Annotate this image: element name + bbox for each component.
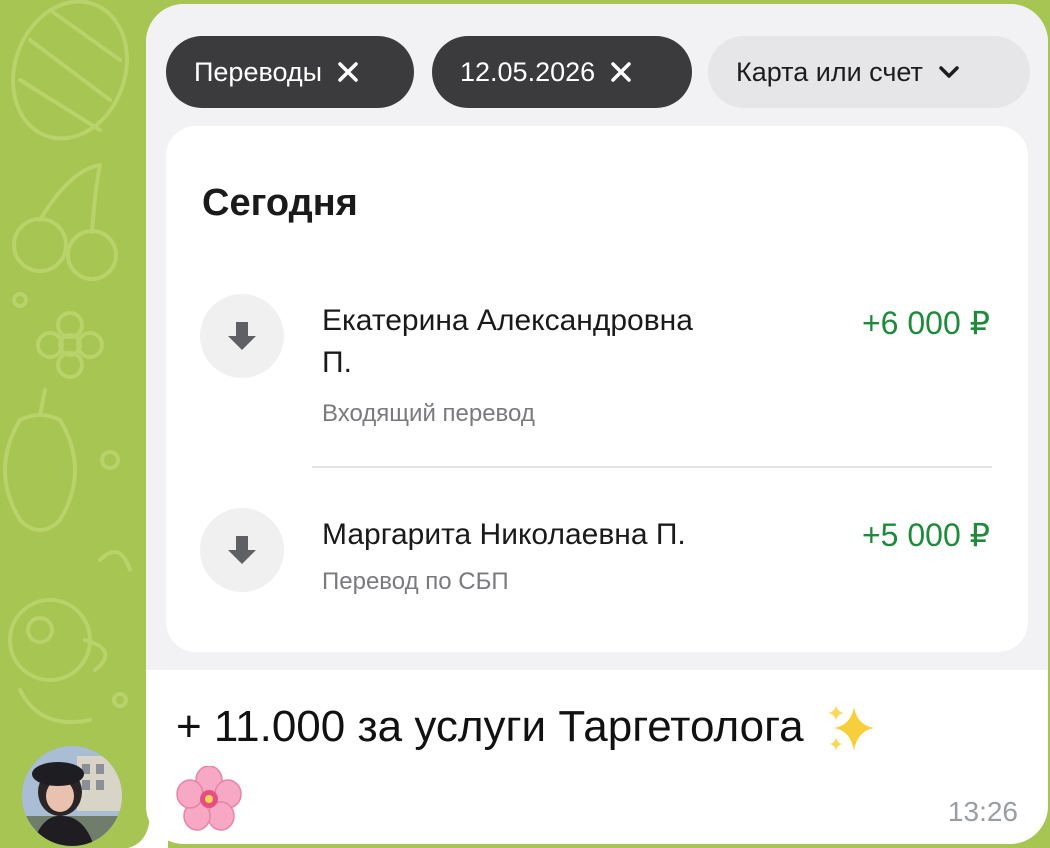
transactions-card: Сегодня Екатерина Александровна П. Входя… [166, 126, 1028, 652]
incoming-transfer-icon [200, 294, 284, 378]
transaction-name-line: Екатерина Александровна [322, 304, 693, 337]
filter-chip-transfers[interactable]: Переводы [166, 36, 414, 108]
section-title: Сегодня [202, 182, 358, 224]
chevron-down-icon [939, 66, 959, 78]
sparkles-icon [827, 705, 874, 752]
attached-screenshot[interactable]: Переводы 12.05.2026 Карта или счет Сегод… [146, 4, 1048, 670]
filter-chip-date[interactable]: 12.05.2026 [432, 36, 692, 108]
arrow-down-icon [228, 322, 256, 350]
transaction-amount: +6 000 ₽ [861, 305, 990, 341]
filter-chip-transfers-label: Переводы [194, 56, 323, 87]
divider [312, 466, 992, 468]
message-text: + 11.000 за услуги Таргетолога [176, 696, 1016, 758]
incoming-transfer-icon [200, 508, 284, 592]
arrow-down-icon [228, 536, 256, 564]
transaction-amount: +5 000 ₽ [861, 517, 990, 553]
transaction-name[interactable]: Екатерина Александровна П. [322, 300, 693, 384]
avatar-photo [22, 746, 122, 846]
message-bubble[interactable]: Переводы 12.05.2026 Карта или счет Сегод… [146, 4, 1048, 844]
cherry-blossom-icon [176, 766, 242, 831]
transaction-type: Входящий перевод [322, 400, 535, 427]
transaction-name-line: П. [322, 346, 352, 379]
message-timestamp: 13:26 [947, 796, 1018, 827]
message-text-content: + 11.000 за услуги Таргетолога [176, 702, 804, 751]
close-icon[interactable] [336, 60, 360, 84]
filter-dropdown-account[interactable]: Карта или счет [708, 36, 1030, 108]
filter-dropdown-account-label: Карта или счет [736, 56, 923, 87]
transaction-name[interactable]: Маргарита Николаевна П. [322, 514, 686, 556]
filter-chip-date-label: 12.05.2026 [460, 56, 596, 87]
sender-avatar[interactable] [22, 746, 122, 846]
close-icon[interactable] [609, 60, 633, 84]
transaction-type: Перевод по СБП [322, 568, 509, 595]
